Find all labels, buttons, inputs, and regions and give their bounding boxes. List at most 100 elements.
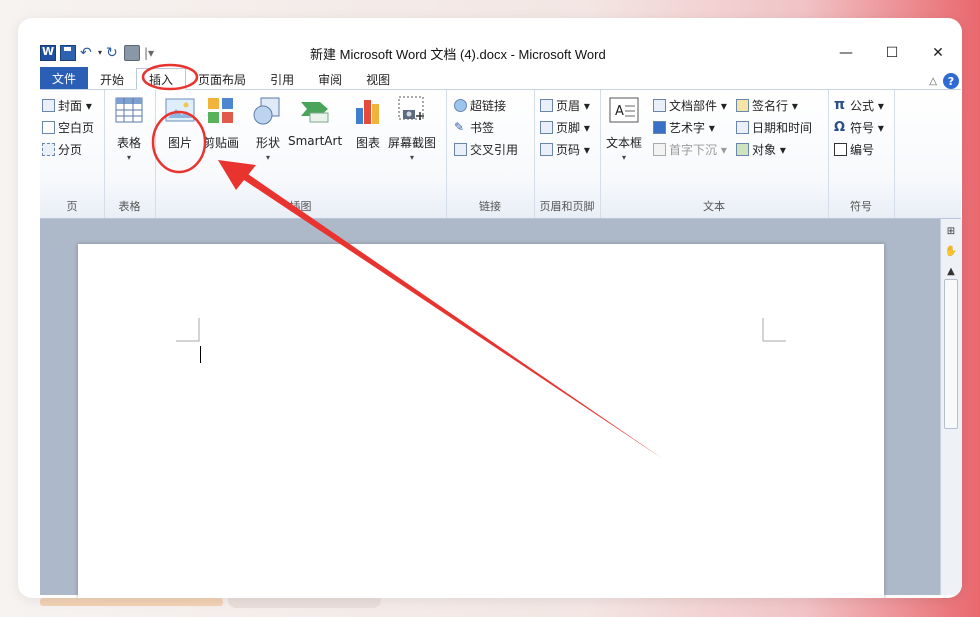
page-break-label: 分页 [58, 142, 83, 157]
chart-icon [356, 100, 379, 124]
object-label: 对象 ▾ [752, 142, 786, 157]
picture-button[interactable]: 图片 [163, 94, 197, 151]
vertical-scrollbar[interactable]: ⊞ ✋ ▲ [940, 219, 962, 595]
smartart-button[interactable]: SmartArt [288, 94, 342, 148]
document-page[interactable] [78, 244, 884, 598]
screenshot-icon [398, 96, 424, 120]
shapes-button[interactable]: 形状 ▾ [251, 94, 285, 162]
group-tables: 表格 ▾ 表格 [104, 90, 156, 218]
textbox-icon: A [609, 97, 639, 123]
clipart-label: 剪贴画 [203, 136, 240, 150]
textbox-dropdown-icon: ▾ [622, 153, 627, 162]
collapse-ribbon-icon[interactable]: △ [929, 76, 937, 87]
tab-references[interactable]: 引用 [258, 69, 306, 89]
hand-icon[interactable]: ✋ [943, 243, 959, 259]
header-icon [540, 98, 553, 112]
footer-label: 页脚 ▾ [556, 120, 590, 135]
cover-page-label: 封面 ▾ [58, 98, 92, 113]
table-button[interactable]: 表格 ▾ [112, 94, 146, 162]
document-area[interactable] [40, 219, 940, 598]
group-label-tables: 表格 [118, 200, 141, 213]
table-label: 表格 [116, 136, 141, 150]
title-bar: ↶ ▾ ↻ |▾ 新建 Microsoft Word 文档 (4).docx -… [40, 40, 961, 65]
equation-label: 公式 ▾ [850, 98, 884, 113]
quick-parts-icon [653, 98, 666, 112]
hyperlink-button[interactable]: 超链接 [454, 96, 506, 114]
tab-home[interactable]: 开始 [88, 69, 136, 89]
smartart-icon [301, 102, 329, 123]
page-number-label: 页码 ▾ [556, 142, 590, 157]
cover-page-icon [42, 98, 55, 112]
page-break-button[interactable]: 分页 [42, 140, 82, 158]
numbering-icon [834, 142, 847, 156]
tab-page-layout[interactable]: 页面布局 [186, 69, 258, 89]
minimize-button[interactable]: — [823, 40, 869, 65]
signature-line-label: 签名行 ▾ [752, 98, 798, 113]
blank-page-icon [42, 120, 55, 134]
tab-view[interactable]: 视图 [354, 69, 402, 89]
ruler-toggle-icon[interactable]: ⊞ [943, 223, 959, 239]
group-symbols: π 公式 ▾ Ω 符号 ▾ 编号 符号 [828, 90, 895, 218]
screenshot-button[interactable]: 屏幕截图 ▾ [388, 94, 436, 162]
tab-review[interactable]: 审阅 [306, 69, 354, 89]
symbol-button[interactable]: Ω 符号 ▾ [834, 118, 884, 136]
signature-line-icon [736, 98, 749, 112]
cover-page-button[interactable]: 封面 ▾ [42, 96, 92, 114]
clipart-icon [208, 98, 233, 123]
window-controls: — ☐ ✕ [823, 40, 961, 65]
chart-button[interactable]: 图表 [351, 94, 385, 151]
footer-button[interactable]: 页脚 ▾ [540, 118, 590, 136]
bookmark-icon: ✎ [454, 119, 465, 134]
group-label-pages: 页 [66, 200, 78, 213]
screenshot-dropdown-icon: ▾ [410, 153, 415, 162]
tab-file[interactable]: 文件 [40, 67, 89, 89]
equation-button[interactable]: π 公式 ▾ [834, 96, 884, 114]
omega-icon: Ω [834, 119, 846, 135]
undo-dropdown-icon[interactable]: ▾ [98, 48, 102, 57]
blank-page-label: 空白页 [58, 120, 95, 135]
signature-line-button[interactable]: 签名行 ▾ [736, 96, 798, 114]
wordart-label: 艺术字 ▾ [669, 120, 715, 135]
object-button[interactable]: 对象 ▾ [736, 140, 786, 158]
tab-insert[interactable]: 插入 [136, 68, 187, 90]
clipart-button[interactable]: 剪贴画 [203, 94, 239, 151]
page-number-button[interactable]: 页码 ▾ [540, 140, 590, 158]
cross-reference-label: 交叉引用 [470, 142, 519, 157]
drop-cap-button[interactable]: 首字下沉 ▾ [653, 140, 727, 158]
group-pages: 封面 ▾ 空白页 分页 页 [40, 90, 105, 218]
object-icon [736, 142, 749, 156]
date-time-button[interactable]: 日期和时间 [736, 118, 812, 136]
quick-parts-button[interactable]: 文档部件 ▾ [653, 96, 727, 114]
textbox-button[interactable]: A 文本框 ▾ [606, 94, 642, 162]
scroll-up-icon[interactable]: ▲ [943, 263, 959, 279]
margin-corner-top-left [176, 318, 200, 342]
scroll-thumb[interactable] [944, 279, 958, 429]
header-button[interactable]: 页眉 ▾ [540, 96, 590, 114]
undo-icon[interactable]: ↶ [80, 46, 94, 60]
wordart-button[interactable]: 艺术字 ▾ [653, 118, 715, 136]
cross-reference-button[interactable]: 交叉引用 [454, 140, 518, 158]
word-app-icon[interactable] [40, 44, 56, 61]
group-label-illustrations: 插图 [289, 200, 312, 213]
picture-label: 图片 [167, 136, 192, 150]
ribbon-insert: 封面 ▾ 空白页 分页 页 表格 ▾ 表格 图片 剪贴画 形状 ▾ SmartA… [40, 90, 961, 219]
bookmark-button[interactable]: ✎ 书签 [454, 118, 494, 136]
maximize-button[interactable]: ☐ [869, 40, 915, 65]
group-text: A 文本框 ▾ 文档部件 ▾ 艺术字 ▾ 首字下沉 ▾ 签名行 ▾ 日期和时间 … [600, 90, 829, 218]
help-icon[interactable]: ? [943, 73, 959, 89]
svg-text:A: A [615, 104, 624, 119]
group-label-links: 链接 [479, 200, 501, 213]
background-accent-bar [40, 598, 223, 606]
page-number-icon [540, 142, 553, 156]
print-icon[interactable] [124, 44, 141, 61]
drop-cap-icon [653, 142, 666, 156]
save-icon[interactable] [60, 44, 76, 61]
symbol-label: 符号 ▾ [850, 120, 884, 135]
close-button[interactable]: ✕ [915, 40, 961, 65]
customize-qa-dropdown[interactable]: |▾ [144, 46, 154, 60]
numbering-button[interactable]: 编号 [834, 140, 874, 158]
screenshot-card: ↶ ▾ ↻ |▾ 新建 Microsoft Word 文档 (4).docx -… [18, 18, 962, 598]
redo-icon[interactable]: ↻ [106, 46, 120, 60]
textbox-label: 文本框 [606, 136, 643, 150]
blank-page-button[interactable]: 空白页 [42, 118, 94, 136]
